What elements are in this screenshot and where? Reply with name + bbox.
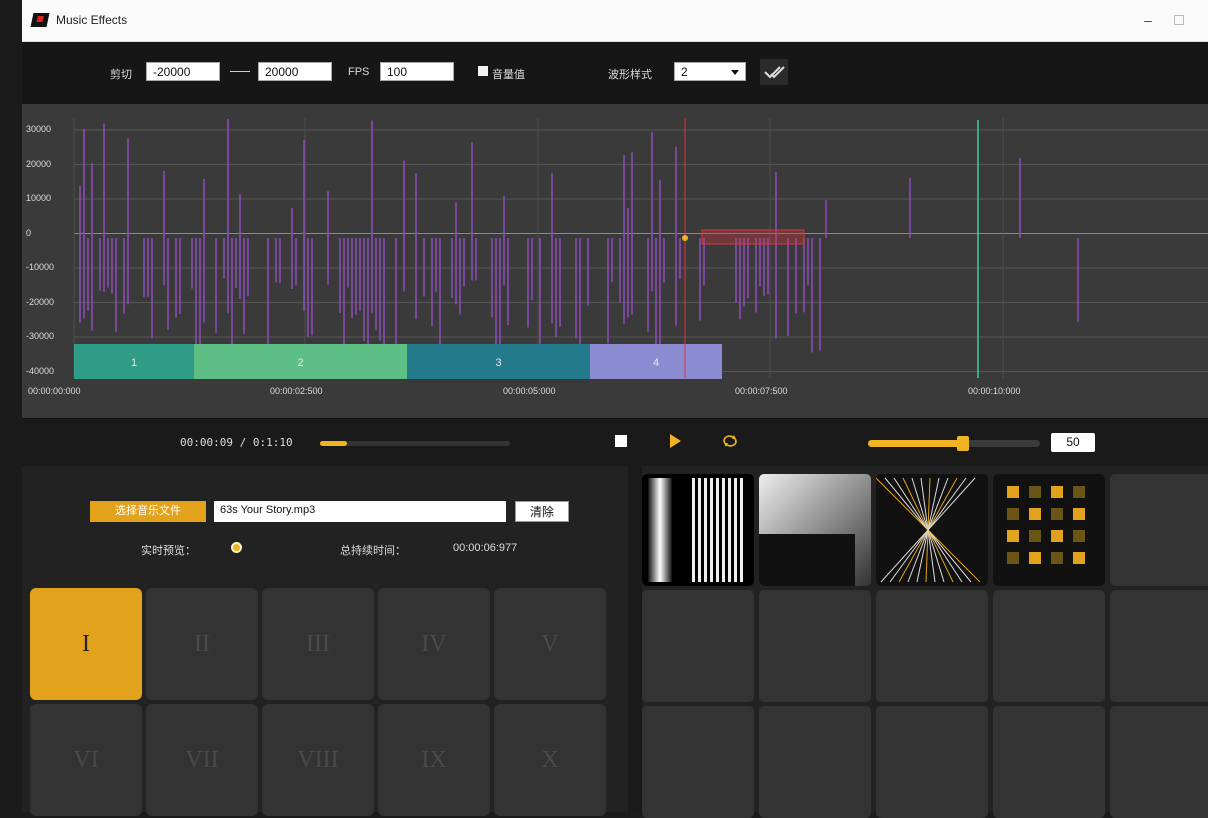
radial-gradient-effect[interactable] (759, 474, 871, 586)
preset-button[interactable]: VIII (262, 704, 374, 816)
volume-value-checkbox[interactable] (478, 66, 488, 76)
preset-button[interactable]: VI (30, 704, 142, 816)
empty-effect-slot[interactable] (993, 590, 1105, 702)
x-tick-label: 00:00:10:000 (968, 386, 1021, 396)
panel-divider (628, 466, 642, 812)
choose-music-file-button[interactable]: 选择音乐文件 (90, 501, 206, 522)
loop-icon[interactable] (722, 434, 738, 448)
minimize-button[interactable]: – (1142, 13, 1154, 27)
segment-label: 4 (653, 357, 659, 369)
preset-button[interactable]: III (262, 588, 374, 700)
y-tick-label: 20000 (26, 158, 52, 169)
apply-button[interactable] (760, 59, 788, 85)
playhead-marker (682, 235, 688, 241)
play-button[interactable] (670, 434, 681, 448)
window-title: Music Effects (56, 13, 128, 27)
fps-label: FPS (348, 66, 370, 78)
preset-button[interactable]: V (494, 588, 606, 700)
y-tick-label: 30000 (26, 124, 52, 134)
preset-button[interactable]: I (30, 588, 142, 700)
preset-button[interactable]: X (494, 704, 606, 816)
realtime-preview-label: 实时预览： (141, 545, 196, 557)
waveform-panel[interactable]: 1 2 3 4 30000 20000 10000 0 -10000 -20000 -30000 -… (22, 104, 1208, 418)
vertical-stripes-effect[interactable] (642, 474, 754, 586)
realtime-preview-radio[interactable] (231, 542, 242, 553)
trim-start-input[interactable]: -20000 (146, 62, 220, 81)
seek-slider[interactable] (320, 441, 510, 446)
total-duration-value: 00:00:06:977 (453, 542, 518, 554)
empty-effect-slot[interactable] (759, 706, 871, 818)
volume-level (868, 440, 963, 447)
empty-effect-slot[interactable] (759, 590, 871, 702)
x-lines-effect-thumbnail (876, 474, 988, 586)
selection-region (701, 229, 805, 245)
waveform-chart[interactable]: 1 2 3 4 (22, 104, 1208, 418)
time-display: 00:00:09 / 0:1:10 (180, 436, 293, 449)
double-check-icon (764, 66, 785, 79)
preset-button[interactable]: VII (146, 704, 258, 816)
chevron-down-icon (731, 70, 739, 75)
empty-effect-slot[interactable] (1110, 474, 1208, 586)
segment-label: 2 (297, 357, 303, 369)
title-bar: Music Effects – (22, 0, 1208, 42)
trim-label: 剪切 (110, 69, 132, 81)
file-name-field[interactable]: 63s Your Story.mp3 (214, 501, 506, 522)
waveform-style-label: 波形样式 (608, 69, 652, 81)
y-tick-label: -30000 (26, 331, 55, 341)
dot-grid-effect[interactable] (993, 474, 1105, 586)
x-lines-effect[interactable] (876, 474, 988, 586)
segment-label: 1 (131, 357, 137, 369)
toolbar: 剪切 -20000 20000 FPS 100 音量值 波形样式 2 (22, 42, 1208, 104)
y-tick-label: -10000 (26, 262, 55, 272)
preset-button[interactable]: IV (378, 588, 490, 700)
empty-effect-slot[interactable] (642, 706, 754, 818)
app-logo-icon (30, 13, 50, 27)
seek-progress (320, 441, 347, 446)
maximize-button[interactable] (1174, 15, 1184, 25)
range-separator (230, 71, 250, 72)
x-tick-label: 00:00:07:500 (735, 386, 788, 396)
empty-effect-slot[interactable] (642, 590, 754, 702)
empty-effect-slot[interactable] (876, 590, 988, 702)
empty-effect-slot[interactable] (1110, 706, 1208, 818)
stop-button[interactable] (615, 435, 627, 447)
trim-end-input[interactable]: 20000 (258, 62, 332, 81)
radial-gradient-effect-thumbnail (759, 474, 871, 586)
y-tick-label: -40000 (26, 365, 55, 376)
preset-button[interactable]: IX (378, 704, 490, 816)
y-tick-label: 0 (26, 227, 32, 238)
x-tick-label: 00:00:02:500 (270, 386, 323, 396)
x-tick-label: 00:00:05:000 (503, 386, 556, 396)
volume-value-field[interactable]: 50 (1051, 433, 1095, 452)
segment-label: 3 (495, 357, 501, 369)
clear-button[interactable]: 清除 (515, 501, 569, 522)
fps-input[interactable]: 100 (380, 62, 454, 81)
waveform-style-select[interactable]: 2 (674, 62, 746, 81)
total-duration-label: 总持续时间： (340, 545, 406, 557)
volume-value-label: 音量值 (492, 69, 525, 81)
file-panel: 选择音乐文件 63s Your Story.mp3 清除 实时预览： 总持续时间… (22, 466, 626, 586)
preset-button[interactable]: II (146, 588, 258, 700)
dot-grid-effect-thumbnail (993, 474, 1105, 586)
empty-effect-slot[interactable] (1110, 590, 1208, 702)
empty-effect-slot[interactable] (993, 706, 1105, 818)
vertical-stripes-effect-thumbnail (642, 474, 754, 586)
music-effects-window: Music Effects – 剪切 -20000 20000 FPS 100 … (22, 0, 1208, 818)
transport-bar: 00:00:09 / 0:1:10 50 (22, 418, 1208, 466)
volume-knob[interactable] (956, 436, 969, 451)
x-tick-label: 00:00:00:000 (28, 386, 81, 396)
waveform-style-value: 2 (681, 65, 688, 79)
empty-effect-slot[interactable] (876, 706, 988, 818)
volume-slider[interactable] (868, 436, 1040, 451)
y-tick-label: 10000 (26, 193, 52, 203)
y-tick-label: -20000 (26, 296, 55, 307)
